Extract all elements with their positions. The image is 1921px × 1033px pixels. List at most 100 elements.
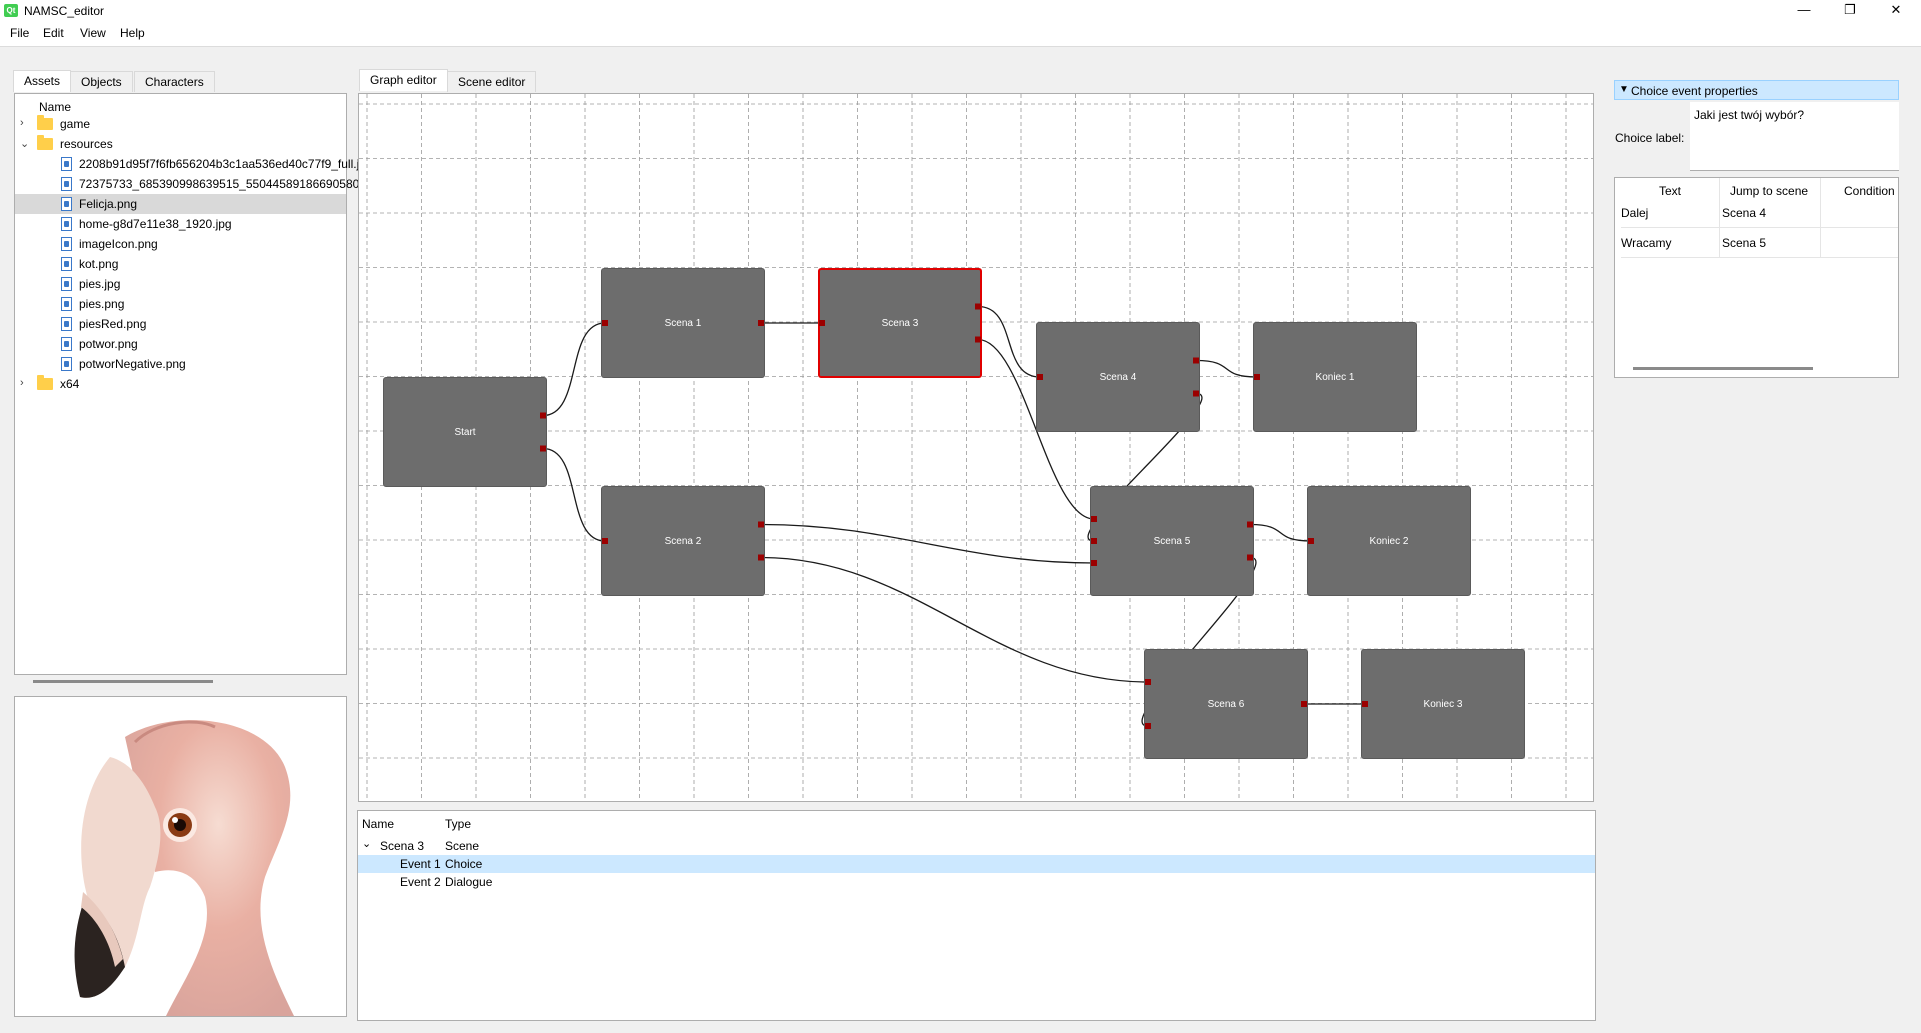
menu-edit[interactable]: Edit: [43, 26, 64, 40]
maximize-icon[interactable]: ❐: [1827, 0, 1873, 22]
event-row[interactable]: Event 1 Choice: [358, 855, 1595, 873]
window-title: NAMSC_editor: [24, 4, 105, 18]
asset-tree[interactable]: Name › game ⌄ resources 2208b91d95f7f6fb6562…: [14, 93, 379, 683]
graph-edge[interactable]: [542, 322, 606, 417]
events-header-name[interactable]: Name: [362, 817, 394, 831]
graph-edge[interactable]: [542, 447, 606, 542]
tree-item-label: Felicja.png: [79, 197, 138, 211]
event-row[interactable]: Event 2 Dialogue: [358, 873, 1595, 891]
choices-header-text[interactable]: Text: [1659, 184, 1681, 198]
tree-item-label: game: [60, 117, 91, 131]
tree-item-label: pies.jpg: [79, 277, 121, 291]
tree-item-label: kot.png: [79, 257, 119, 271]
choice-options-table[interactable]: Text Jump to scene Condition Dalej Scena…: [1614, 177, 1899, 378]
image-file-icon: [61, 217, 72, 231]
triangle-down-icon[interactable]: ▼: [1619, 84, 1629, 95]
tree-item-label: resources: [60, 137, 113, 151]
tab-objects[interactable]: Objects: [70, 71, 133, 92]
event-scene-row[interactable]: ⌄ Scena 3 Scene: [358, 837, 1595, 855]
tree-file-row[interactable]: pies.png: [15, 294, 346, 314]
image-file-icon: [61, 277, 72, 291]
choice-properties-header[interactable]: ▼ Choice event properties: [1614, 80, 1899, 100]
tree-file-row[interactable]: 72375733_685390998639515_550445891866905…: [15, 174, 379, 194]
graph-node-scena2[interactable]: Scena 2: [601, 486, 765, 596]
tree-item-label: potwor.png: [79, 337, 138, 351]
image-file-icon: [61, 317, 72, 331]
graph-node-koniec1[interactable]: Koniec 1: [1253, 322, 1417, 432]
graph-node-label: Koniec 3: [1423, 698, 1463, 710]
tree-file-row[interactable]: potworNegative.png: [15, 354, 346, 374]
menu-separator: [0, 46, 1921, 57]
tab-graph-editor[interactable]: Graph editor: [359, 69, 448, 91]
events-header-type[interactable]: Type: [445, 817, 471, 831]
tree-folder-row[interactable]: › x64: [15, 374, 346, 394]
close-icon[interactable]: ✕: [1873, 0, 1919, 22]
tree-file-row[interactable]: potwor.png: [15, 334, 346, 354]
graph-node-start[interactable]: Start: [383, 377, 547, 487]
tree-item-label: potworNegative.png: [79, 357, 186, 371]
tree-folder-row[interactable]: ⌄ resources: [15, 134, 346, 154]
image-file-icon: [61, 357, 72, 371]
tree-item-label: 72375733_685390998639515_550445891866905…: [79, 177, 380, 191]
event-type: Dialogue: [445, 875, 493, 889]
choices-scrollbar[interactable]: [1633, 367, 1813, 370]
graph-node-koniec3[interactable]: Koniec 3: [1361, 649, 1525, 759]
asset-tree-scrollbar[interactable]: [33, 680, 213, 683]
tree-file-row[interactable]: home-g8d7e11e38_1920.jpg: [15, 214, 346, 234]
choice-jump[interactable]: Scena 5: [1722, 236, 1766, 250]
choice-text[interactable]: Dalej: [1621, 206, 1648, 220]
event-type: Choice: [445, 857, 483, 871]
event-tree[interactable]: Name Type ⌄ Scena 3 Scene Event 1 Choice…: [357, 810, 1596, 1021]
tree-file-row[interactable]: pies.jpg: [15, 274, 346, 294]
graph-node-label: Scena 1: [664, 317, 702, 329]
title-bar: Qt NAMSC_editor — ❐ ✕: [0, 0, 1921, 22]
tree-folder-row[interactable]: › game: [15, 114, 346, 134]
tab-scene-editor[interactable]: Scene editor: [447, 71, 537, 92]
image-preview: [14, 696, 347, 1017]
tree-file-row[interactable]: imageIcon.png: [15, 234, 346, 254]
graph-node-label: Start: [454, 426, 476, 438]
minimize-icon[interactable]: —: [1781, 0, 1827, 22]
tab-characters[interactable]: Characters: [134, 71, 215, 92]
graph-node-scena5[interactable]: Scena 5: [1090, 486, 1254, 596]
event-name: Event 1: [400, 857, 441, 871]
menu-help[interactable]: Help: [120, 26, 145, 40]
tab-assets[interactable]: Assets: [13, 70, 72, 92]
graph-node-label: Scena 6: [1207, 698, 1245, 710]
choice-jump[interactable]: Scena 4: [1722, 206, 1766, 220]
graph-node-scena3[interactable]: Scena 3: [818, 268, 982, 378]
menu-view[interactable]: View: [80, 26, 106, 40]
chevron-down-icon[interactable]: ⌄: [20, 137, 29, 150]
chevron-right-icon[interactable]: ›: [20, 377, 24, 389]
tree-item-label: piesRed.png: [79, 317, 147, 331]
menu-bar: File Edit View Help: [0, 22, 1921, 46]
tree-item-label: 2208b91d95f7f6fb656204b3c1aa536ed40c77f9…: [79, 157, 360, 171]
graph-node-label: Koniec 1: [1315, 371, 1355, 383]
image-file-icon: [61, 297, 72, 311]
graph-node-scena6[interactable]: Scena 6: [1144, 649, 1308, 759]
tree-file-row[interactable]: kot.png: [15, 254, 346, 274]
choice-row[interactable]: Dalej Scena 4: [1621, 198, 1898, 228]
graph-edge[interactable]: [1249, 523, 1312, 542]
choice-label-input[interactable]: Jaki jest twój wybór?: [1690, 102, 1899, 171]
tree-file-row[interactable]: Felicja.png: [15, 194, 346, 214]
choices-header-jump[interactable]: Jump to scene: [1730, 184, 1808, 198]
asset-tree-header[interactable]: Name: [39, 100, 71, 114]
choices-header-condition[interactable]: Condition: [1844, 184, 1895, 198]
graph-node-koniec2[interactable]: Koniec 2: [1307, 486, 1471, 596]
event-scene-type: Scene: [445, 839, 480, 853]
choice-text[interactable]: Wracamy: [1621, 236, 1671, 250]
chevron-right-icon[interactable]: ›: [20, 117, 24, 129]
chevron-down-icon[interactable]: ⌄: [362, 837, 371, 850]
graph-node-scena4[interactable]: Scena 4: [1036, 322, 1200, 432]
image-file-icon: [61, 157, 72, 171]
tree-file-row[interactable]: piesRed.png: [15, 314, 346, 334]
graph-edge[interactable]: [760, 523, 1095, 564]
graph-edge[interactable]: [1195, 359, 1258, 378]
flamingo-preview-image: [74, 720, 295, 1016]
graph-node-scena1[interactable]: Scena 1: [601, 268, 765, 378]
menu-file[interactable]: File: [10, 26, 29, 40]
graph-editor-canvas[interactable]: Start Scena 1 Scena 2 Scena 3 Scena 4 Scena 5…: [358, 93, 1594, 802]
choice-row[interactable]: Wracamy Scena 5: [1621, 228, 1898, 258]
tree-file-row[interactable]: 2208b91d95f7f6fb656204b3c1aa536ed40c77f9…: [15, 154, 359, 174]
